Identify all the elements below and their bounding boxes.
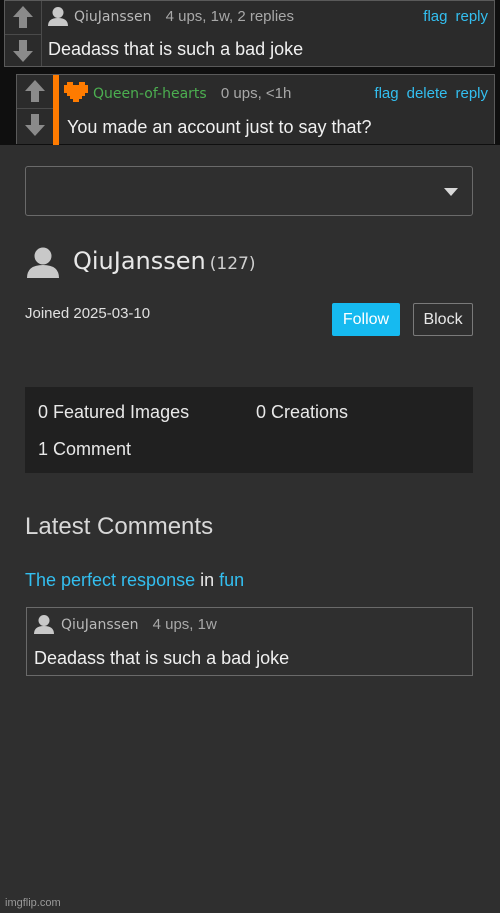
stream-link[interactable]: fun xyxy=(219,570,244,590)
pixel-heart-icon xyxy=(64,82,88,102)
profile-username: QiuJanssen xyxy=(73,247,206,275)
block-button[interactable]: Block xyxy=(413,303,473,336)
profile-name: QiuJanssen (127) xyxy=(73,247,255,275)
downvote-button[interactable] xyxy=(5,34,41,67)
comment-actions: flag reply xyxy=(415,8,488,25)
arrow-up-icon xyxy=(25,80,45,102)
upvote-button[interactable] xyxy=(17,75,53,107)
arrow-up-icon xyxy=(13,6,33,28)
comment-text: Deadass that is such a bad joke xyxy=(48,39,304,59)
reply-link[interactable]: reply xyxy=(455,85,488,102)
comment-meta: QiuJanssen 4 ups, 1w, 2 replies xyxy=(74,8,294,25)
downvote-button[interactable] xyxy=(17,108,53,141)
profile-stats: 0 Featured Images 0 Creations 1 Comment xyxy=(25,387,473,473)
latest-comments-heading: Latest Comments xyxy=(25,513,214,540)
profile-score: (127) xyxy=(209,254,256,274)
reply-link[interactable]: reply xyxy=(455,8,488,25)
flag-link[interactable]: flag xyxy=(423,8,447,25)
comment-meta: QiuJanssen 4 ups, 1w xyxy=(61,616,217,633)
comment-reference: The perfect response in fun xyxy=(25,570,244,591)
moderator-bar xyxy=(53,75,59,145)
flag-link[interactable]: flag xyxy=(374,85,398,102)
comment-meta: Queen-of-hearts 0 ups, <1h xyxy=(93,85,291,102)
creations-stat[interactable]: 0 Creations xyxy=(256,402,348,423)
comment-thread: QiuJanssen 4 ups, 1w, 2 replies flag repl… xyxy=(0,0,500,145)
arrow-down-icon xyxy=(13,40,33,62)
profile-avatar-icon xyxy=(27,247,59,278)
comment-text: Deadass that is such a bad joke xyxy=(34,648,290,668)
user-avatar-icon xyxy=(34,615,54,634)
comment-actions: flag delete reply xyxy=(366,85,488,102)
follow-button[interactable]: Follow xyxy=(332,303,400,336)
comment-qiujanssen: QiuJanssen 4 ups, 1w, 2 replies flag repl… xyxy=(4,0,495,67)
comment-queen-of-hearts: Queen-of-hearts 0 ups, <1h flag delete rep… xyxy=(16,74,495,145)
comment-username[interactable]: QiuJanssen xyxy=(61,617,138,633)
caret-down-icon xyxy=(444,188,458,196)
comment-text: You made an account just to say that? xyxy=(67,117,372,137)
joined-date: Joined 2025-03-10 xyxy=(25,305,151,322)
comment-username[interactable]: Queen-of-hearts xyxy=(93,86,207,102)
featured-images-stat[interactable]: 0 Featured Images xyxy=(38,402,189,423)
comment-stats: 4 ups, 1w, 2 replies xyxy=(165,8,295,25)
upvote-button[interactable] xyxy=(5,1,41,33)
arrow-down-icon xyxy=(25,114,45,136)
vote-column xyxy=(17,75,54,144)
user-avatar-icon xyxy=(48,7,68,26)
profile-dropdown[interactable] xyxy=(25,166,473,216)
vote-column xyxy=(5,1,42,66)
in-label: in xyxy=(200,570,215,590)
comment-stats: 0 ups, <1h xyxy=(220,85,292,102)
delete-link[interactable]: delete xyxy=(407,85,448,102)
latest-comment-card: QiuJanssen 4 ups, 1w Deadass that is suc… xyxy=(26,607,473,676)
post-title-link[interactable]: The perfect response xyxy=(25,570,195,590)
comments-stat[interactable]: 1 Comment xyxy=(38,439,131,460)
comment-stats: 4 ups, 1w xyxy=(152,616,217,633)
watermark: imgflip.com xyxy=(5,897,61,909)
comment-username[interactable]: QiuJanssen xyxy=(74,9,151,25)
